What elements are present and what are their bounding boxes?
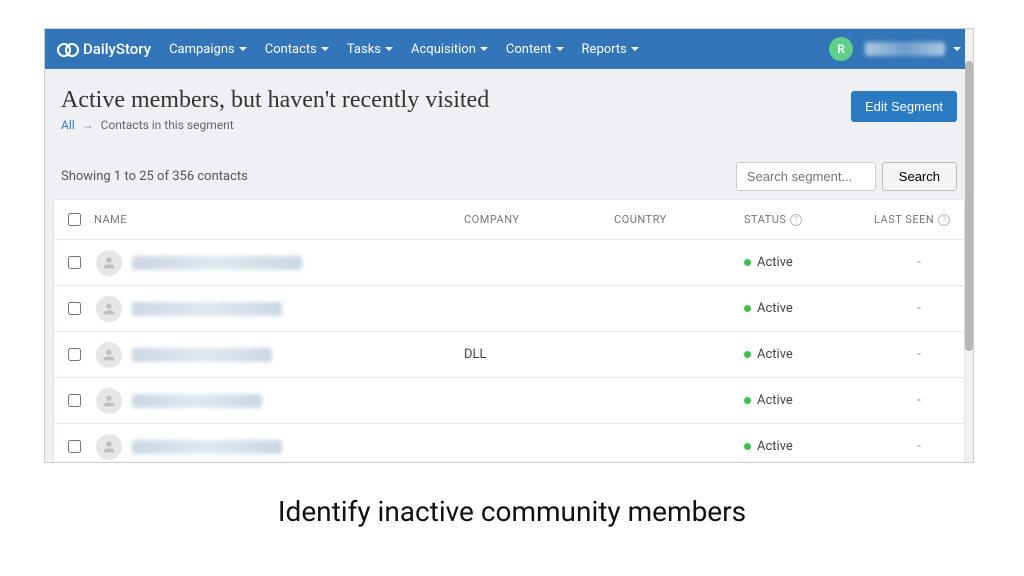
vertical-scrollbar[interactable] <box>965 29 973 462</box>
row-checkbox[interactable] <box>68 348 81 361</box>
last-seen-cell: - <box>874 255 964 270</box>
contacts-table: NAME COMPANY COUNTRY STATUS? LAST SEEN? … <box>53 199 965 463</box>
status-dot-icon <box>744 305 751 312</box>
chevron-down-icon <box>385 47 393 51</box>
search-button[interactable]: Search <box>882 162 957 191</box>
row-checkbox[interactable] <box>68 440 81 453</box>
name-cell <box>94 296 464 322</box>
last-seen-cell: - <box>874 439 964 454</box>
avatar-icon <box>96 434 122 460</box>
search-input[interactable] <box>736 162 876 191</box>
nav-content[interactable]: Content <box>506 42 564 57</box>
name-cell <box>94 434 464 460</box>
status-dot-icon <box>744 351 751 358</box>
breadcrumb-current: Contacts in this segment <box>101 118 234 132</box>
nav-user[interactable]: R <box>829 37 961 61</box>
avatar-icon <box>96 342 122 368</box>
status-cell: Active <box>744 255 874 270</box>
contact-name-redacted <box>132 440 282 454</box>
chevron-down-icon <box>631 47 639 51</box>
nav-campaigns[interactable]: Campaigns <box>169 42 247 57</box>
status-cell: Active <box>744 301 874 316</box>
col-company[interactable]: COMPANY <box>464 213 614 226</box>
select-all-checkbox[interactable] <box>68 213 81 226</box>
help-icon[interactable]: ? <box>790 214 802 226</box>
breadcrumb-all-link[interactable]: All <box>61 118 75 132</box>
col-status[interactable]: STATUS? <box>744 213 874 226</box>
col-last-seen[interactable]: LAST SEEN? <box>874 213 964 226</box>
arrow-right-icon: → <box>82 118 94 132</box>
name-cell <box>94 250 464 276</box>
chevron-down-icon <box>321 47 329 51</box>
name-cell <box>94 342 464 368</box>
infinity-icon <box>57 39 77 59</box>
row-checkbox[interactable] <box>68 394 81 407</box>
chevron-down-icon <box>953 47 961 51</box>
breadcrumb: All → Contacts in this segment <box>61 118 489 132</box>
top-nav: DailyStory Campaigns Contacts Tasks Acqu… <box>45 29 973 69</box>
nav-reports[interactable]: Reports <box>582 42 639 57</box>
page-header: Active members, but haven't recently vis… <box>45 69 973 140</box>
brand-logo[interactable]: DailyStory <box>57 39 151 59</box>
toolbar: Showing 1 to 25 of 356 contacts Search <box>45 140 973 199</box>
status-cell: Active <box>744 393 874 408</box>
table-header: NAME COMPANY COUNTRY STATUS? LAST SEEN? <box>54 200 964 240</box>
nav-acquisition[interactable]: Acquisition <box>411 42 488 57</box>
last-seen-cell: - <box>874 393 964 408</box>
status-cell: Active <box>744 347 874 362</box>
user-avatar-badge: R <box>829 37 853 61</box>
last-seen-cell: - <box>874 347 964 362</box>
status-cell: Active <box>744 439 874 454</box>
status-dot-icon <box>744 397 751 404</box>
contact-name-redacted <box>132 256 302 270</box>
help-icon[interactable]: ? <box>938 214 950 226</box>
user-name-redacted <box>865 42 945 56</box>
table-row[interactable]: Active- <box>54 378 964 424</box>
contact-name-redacted <box>132 302 282 316</box>
nav-tasks[interactable]: Tasks <box>347 42 393 57</box>
search-group: Search <box>736 162 957 191</box>
row-checkbox[interactable] <box>68 256 81 269</box>
avatar-icon <box>96 296 122 322</box>
status-dot-icon <box>744 443 751 450</box>
chevron-down-icon <box>480 47 488 51</box>
name-cell <box>94 388 464 414</box>
nav-items: Campaigns Contacts Tasks Acquisition Con… <box>169 42 639 57</box>
chevron-down-icon <box>556 47 564 51</box>
showing-count: Showing 1 to 25 of 356 contacts <box>61 169 248 184</box>
last-seen-cell: - <box>874 301 964 316</box>
row-checkbox[interactable] <box>68 302 81 315</box>
avatar-icon <box>96 388 122 414</box>
company-cell: DLL <box>464 347 614 362</box>
chevron-down-icon <box>239 47 247 51</box>
table-row[interactable]: Active- <box>54 424 964 463</box>
slide-caption: Identify inactive community members <box>0 495 1024 528</box>
edit-segment-button[interactable]: Edit Segment <box>851 91 957 122</box>
col-name[interactable]: NAME <box>94 213 464 226</box>
col-country[interactable]: COUNTRY <box>614 213 744 226</box>
scrollbar-thumb[interactable] <box>965 61 973 351</box>
nav-contacts[interactable]: Contacts <box>265 42 329 57</box>
contact-name-redacted <box>132 348 272 362</box>
table-row[interactable]: Active- <box>54 240 964 286</box>
brand-name: DailyStory <box>83 40 151 58</box>
page-title: Active members, but haven't recently vis… <box>61 87 489 114</box>
contact-name-redacted <box>132 394 262 408</box>
table-row[interactable]: Active- <box>54 286 964 332</box>
avatar-icon <box>96 250 122 276</box>
table-row[interactable]: DLL Active- <box>54 332 964 378</box>
app-window: DailyStory Campaigns Contacts Tasks Acqu… <box>44 28 974 463</box>
status-dot-icon <box>744 259 751 266</box>
